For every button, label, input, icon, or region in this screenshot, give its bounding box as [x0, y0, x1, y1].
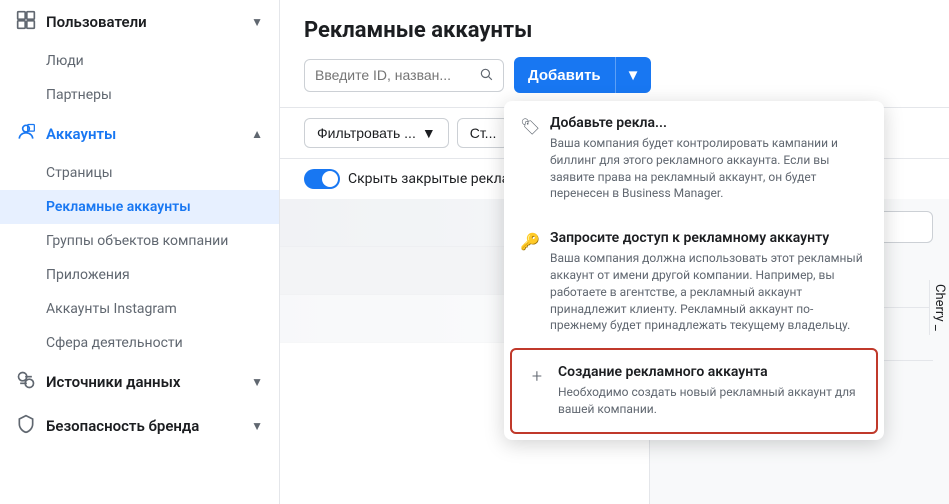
sidebar-section-data-sources[interactable]: Источники данных ▼: [0, 360, 279, 404]
sidebar-item-pages[interactable]: Страницы: [0, 156, 279, 190]
data-icon: [16, 370, 36, 394]
search-input[interactable]: [315, 67, 473, 83]
accounts-icon: [16, 122, 36, 146]
sidebar-section-data-label: Источники данных: [46, 373, 180, 391]
chevron-down-icon-3: ▼: [251, 419, 263, 433]
chevron-down-icon: ▼: [251, 15, 263, 29]
plus-icon: +: [528, 366, 546, 387]
dropdown-item-add-account[interactable]: 🏷 Добавьте рекла... Ваша компания будет …: [504, 101, 884, 216]
add-dropdown-arrow[interactable]: ▼: [616, 57, 651, 93]
sidebar-item-groups[interactable]: Группы объектов компании: [0, 224, 279, 258]
main-content: Рекламные аккаунты Добавить ▼ 🏷: [280, 0, 949, 504]
sidebar-item-apps[interactable]: Приложения: [0, 258, 279, 292]
dropdown-item-create-account[interactable]: + Создание рекламного аккаунта Необходим…: [510, 348, 878, 434]
cherry-label: Cherry _: [929, 280, 949, 335]
dropdown-item-request-access[interactable]: 🔑 Запросите доступ к рекламному аккаунту…: [504, 216, 884, 348]
chevron-down-icon-2: ▼: [251, 375, 263, 389]
dropdown-menu: 🏷 Добавьте рекла... Ваша компания будет …: [504, 101, 884, 440]
chevron-up-icon: ▲: [251, 127, 263, 141]
sidebar-section-users[interactable]: Пользователи ▼: [0, 0, 279, 44]
columns-button-label: Ст...: [470, 125, 497, 141]
search-icon: [479, 66, 493, 85]
dropdown-item-request-desc: Ваша компания должна использовать этот р…: [550, 250, 868, 334]
tag-icon: 🏷: [520, 117, 538, 136]
filter-button-label: Фильтровать ...: [317, 125, 416, 141]
shield-icon: [16, 414, 36, 438]
dropdown-item-create-desc: Необходимо создать новый рекламный аккау…: [558, 384, 860, 418]
sidebar-section-users-label: Пользователи: [46, 13, 147, 31]
users-icon: [16, 10, 36, 34]
dropdown-item-add-desc: Ваша компания будет контролировать кампа…: [550, 135, 868, 202]
sidebar-item-people[interactable]: Люди: [0, 44, 279, 78]
filter-chevron-icon: ▼: [422, 125, 436, 141]
page-title: Рекламные аккаунты: [304, 18, 925, 43]
sidebar-item-instagram[interactable]: Аккаунты Instagram: [0, 292, 279, 326]
sidebar-item-ad-accounts[interactable]: Рекламные аккаунты: [0, 190, 279, 224]
hide-closed-toggle[interactable]: [304, 169, 340, 189]
sidebar-section-accounts-label: Аккаунты: [46, 125, 116, 143]
dropdown-item-request-title: Запросите доступ к рекламному аккаунту: [550, 230, 868, 246]
dropdown-item-add-title: Добавьте рекла...: [550, 115, 868, 131]
sidebar-section-brand-label: Безопасность бренда: [46, 417, 199, 435]
sidebar: Пользователи ▼ Люди Партнеры Аккаунты ▲ …: [0, 0, 280, 504]
add-button[interactable]: Добавить ▼: [514, 57, 651, 93]
add-button-label: Добавить: [514, 57, 616, 93]
columns-button[interactable]: Ст...: [457, 118, 510, 148]
dropdown-item-create-title: Создание рекламного аккаунта: [558, 364, 860, 380]
main-header: Рекламные аккаунты Добавить ▼ 🏷: [280, 0, 949, 108]
key-icon: 🔑: [520, 232, 538, 251]
sidebar-item-partners[interactable]: Партнеры: [0, 78, 279, 112]
sidebar-section-accounts[interactable]: Аккаунты ▲: [0, 112, 279, 156]
toolbar: Добавить ▼ 🏷 Добавьте рекла... Ваша комп…: [304, 57, 925, 93]
filter-button[interactable]: Фильтровать ... ▼: [304, 118, 449, 148]
sidebar-section-brand-safety[interactable]: Безопасность бренда ▼: [0, 404, 279, 448]
search-input-wrap[interactable]: [304, 59, 504, 92]
sidebar-item-sphere[interactable]: Сфера деятельности: [0, 326, 279, 360]
